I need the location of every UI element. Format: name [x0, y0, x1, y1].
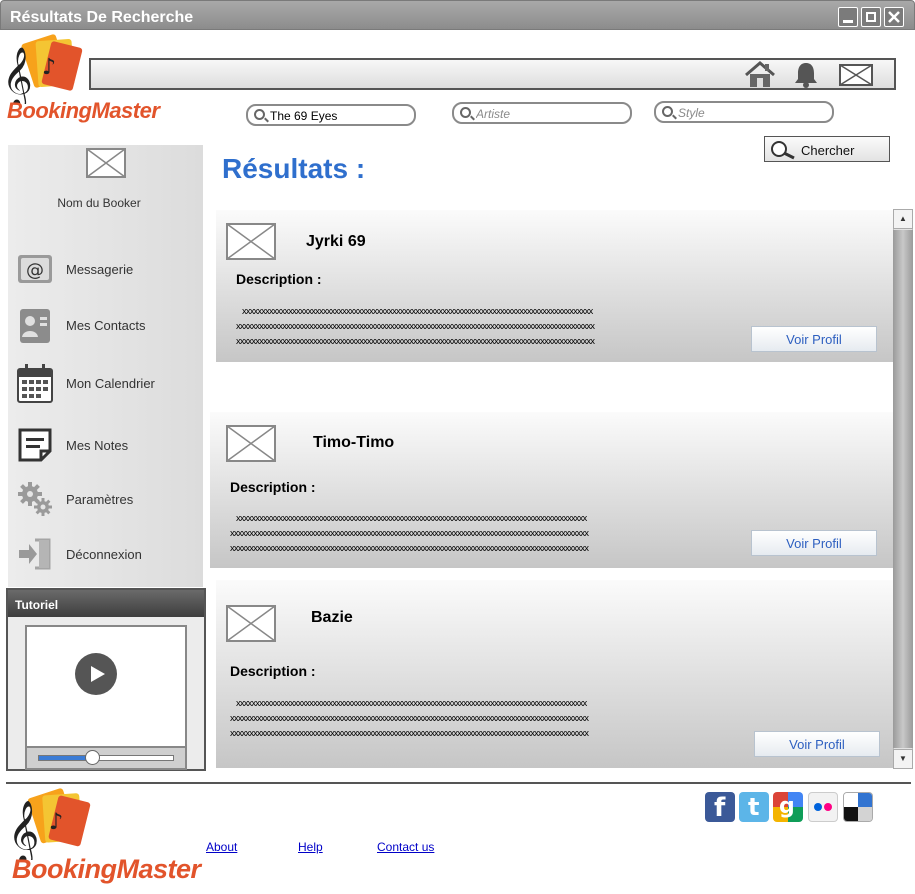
- logo-graphic: 𝄞 ♪: [2, 34, 83, 104]
- description-line: xxxxxxxxxxxxxxxxxxxxxxxxxxxxxxxxxxxxxxxx…: [230, 528, 589, 539]
- result-card: Bazie Description : xxxxxxxxxxxxxxxxxxxx…: [216, 580, 893, 768]
- footer-link-contact[interactable]: Contact us: [377, 840, 434, 854]
- tutorial-panel: Tutoriel: [6, 588, 206, 771]
- calendar-icon: [17, 364, 53, 403]
- search-icon: [662, 106, 673, 117]
- description-line: xxxxxxxxxxxxxxxxxxxxxxxxxxxxxxxxxxxxxxxx…: [242, 306, 593, 317]
- sidebar-item-label: Messagerie: [66, 262, 134, 277]
- magnifier-icon: [771, 141, 795, 160]
- description-line: xxxxxxxxxxxxxxxxxxxxxxxxxxxxxxxxxxxxxxxx…: [230, 728, 589, 739]
- artist-name[interactable]: Timo-Timo: [313, 434, 394, 452]
- description-label: Description :: [236, 271, 322, 287]
- logo-graphic: 𝄞 ♪: [8, 788, 91, 860]
- close-icon: [888, 11, 900, 23]
- window-title: Résultats De Recherche: [10, 9, 194, 26]
- sidebar-item-label: Paramètres: [66, 492, 134, 507]
- description-line: xxxxxxxxxxxxxxxxxxxxxxxxxxxxxxxxxxxxxxxx…: [236, 698, 587, 709]
- description-line: xxxxxxxxxxxxxxxxxxxxxxxxxxxxxxxxxxxxxxxx…: [236, 513, 587, 524]
- style-search-field[interactable]: [654, 101, 834, 123]
- artist-name[interactable]: Bazie: [311, 609, 353, 627]
- play-icon: [91, 666, 105, 682]
- tutorial-video[interactable]: [25, 625, 187, 770]
- sidebar-item-contacts[interactable]: Mes Contacts: [8, 301, 203, 349]
- search-query-input[interactable]: [270, 108, 410, 123]
- scrollbar-thumb[interactable]: [893, 230, 913, 748]
- scroll-down-button[interactable]: ▼: [893, 749, 913, 769]
- logo-text: BookingMaster: [12, 854, 201, 884]
- footer-link-help[interactable]: Help: [298, 840, 323, 854]
- video-progress-handle[interactable]: [85, 750, 100, 765]
- view-profile-button[interactable]: Voir Profil: [751, 326, 877, 352]
- svg-text:♪: ♪: [49, 809, 63, 835]
- search-icon: [460, 107, 471, 118]
- sidebar: Nom du Booker @ Messagerie Mes Contacts: [8, 145, 203, 587]
- sidebar-item-label: Mes Contacts: [66, 318, 146, 333]
- sidebar-item-deconnexion[interactable]: Déconnexion: [8, 530, 203, 578]
- video-controls: [27, 746, 185, 768]
- result-card: Jyrki 69 Description : xxxxxxxxxxxxxxxxx…: [216, 210, 893, 362]
- description-line: xxxxxxxxxxxxxxxxxxxxxxxxxxxxxxxxxxxxxxxx…: [236, 321, 595, 332]
- search-button[interactable]: Chercher: [764, 136, 890, 162]
- delicious-icon[interactable]: [843, 792, 873, 822]
- booker-name: Nom du Booker: [57, 196, 141, 210]
- scroll-up-button[interactable]: ▲: [893, 209, 913, 229]
- at-mail-icon: @: [18, 255, 52, 283]
- sidebar-item-notes[interactable]: Mes Notes: [8, 421, 203, 469]
- results-title: Résultats :: [222, 153, 366, 184]
- top-toolbar: [89, 58, 896, 90]
- svg-text:𝄞: 𝄞: [8, 800, 40, 860]
- artist-image-placeholder: [226, 605, 276, 642]
- search-icon: [254, 109, 265, 120]
- video-progress-track[interactable]: [38, 755, 174, 761]
- view-profile-button[interactable]: Voir Profil: [754, 731, 880, 757]
- logo-text: BookingMaster: [7, 98, 160, 123]
- play-button[interactable]: [75, 653, 117, 695]
- home-icon[interactable]: [743, 61, 777, 89]
- artist-name[interactable]: Jyrki 69: [306, 233, 366, 251]
- gear-icon: [18, 482, 52, 516]
- artist-image-placeholder: [226, 425, 276, 462]
- description-line: xxxxxxxxxxxxxxxxxxxxxxxxxxxxxxxxxxxxxxxx…: [230, 543, 589, 554]
- search-button-label: Chercher: [801, 143, 855, 158]
- description-line: xxxxxxxxxxxxxxxxxxxxxxxxxxxxxxxxxxxxxxxx…: [236, 336, 595, 347]
- bell-icon[interactable]: [791, 61, 821, 89]
- svg-text:@: @: [26, 260, 44, 281]
- artist-search-field[interactable]: [452, 102, 632, 124]
- view-profile-button[interactable]: Voir Profil: [751, 530, 877, 556]
- sidebar-item-parametres[interactable]: Paramètres: [8, 475, 203, 523]
- result-card: Timo-Timo Description : xxxxxxxxxxxxxxxx…: [210, 412, 893, 568]
- svg-text:♪: ♪: [42, 55, 56, 80]
- description-label: Description :: [230, 663, 316, 679]
- svg-text:𝄞: 𝄞: [2, 47, 33, 104]
- booker-avatar-placeholder: [86, 148, 126, 178]
- description-label: Description :: [230, 479, 316, 495]
- artist-image-placeholder: [226, 223, 276, 260]
- artist-input[interactable]: [476, 106, 616, 121]
- description-line: xxxxxxxxxxxxxxxxxxxxxxxxxxxxxxxxxxxxxxxx…: [230, 713, 589, 724]
- sidebar-item-label: Mes Notes: [66, 438, 129, 453]
- style-input[interactable]: [678, 105, 818, 120]
- sidebar-item-label: Déconnexion: [66, 547, 142, 562]
- flickr-icon[interactable]: [808, 792, 838, 822]
- search-query-field[interactable]: [246, 104, 416, 126]
- notes-icon: [18, 428, 52, 462]
- minimize-button[interactable]: [838, 7, 858, 27]
- footer-link-about[interactable]: About: [206, 840, 237, 854]
- google-plus-icon[interactable]: g: [773, 792, 803, 822]
- close-button[interactable]: [884, 7, 904, 27]
- sidebar-item-label: Mon Calendrier: [66, 376, 155, 391]
- sidebar-item-calendrier[interactable]: Mon Calendrier: [8, 359, 203, 407]
- maximize-button[interactable]: [861, 7, 881, 27]
- contacts-icon: [20, 309, 50, 343]
- sidebar-item-messagerie[interactable]: @ Messagerie: [8, 245, 203, 293]
- mail-icon[interactable]: [839, 64, 873, 86]
- logout-icon: [19, 538, 51, 570]
- facebook-icon[interactable]: f: [705, 792, 735, 822]
- footer-divider: [6, 782, 911, 784]
- tutorial-title: Tutoriel: [8, 590, 204, 617]
- window-title-bar: Résultats De Recherche: [0, 0, 915, 30]
- footer-logo[interactable]: 𝄞 ♪ BookingMaster: [4, 786, 204, 886]
- twitter-icon[interactable]: t: [739, 792, 769, 822]
